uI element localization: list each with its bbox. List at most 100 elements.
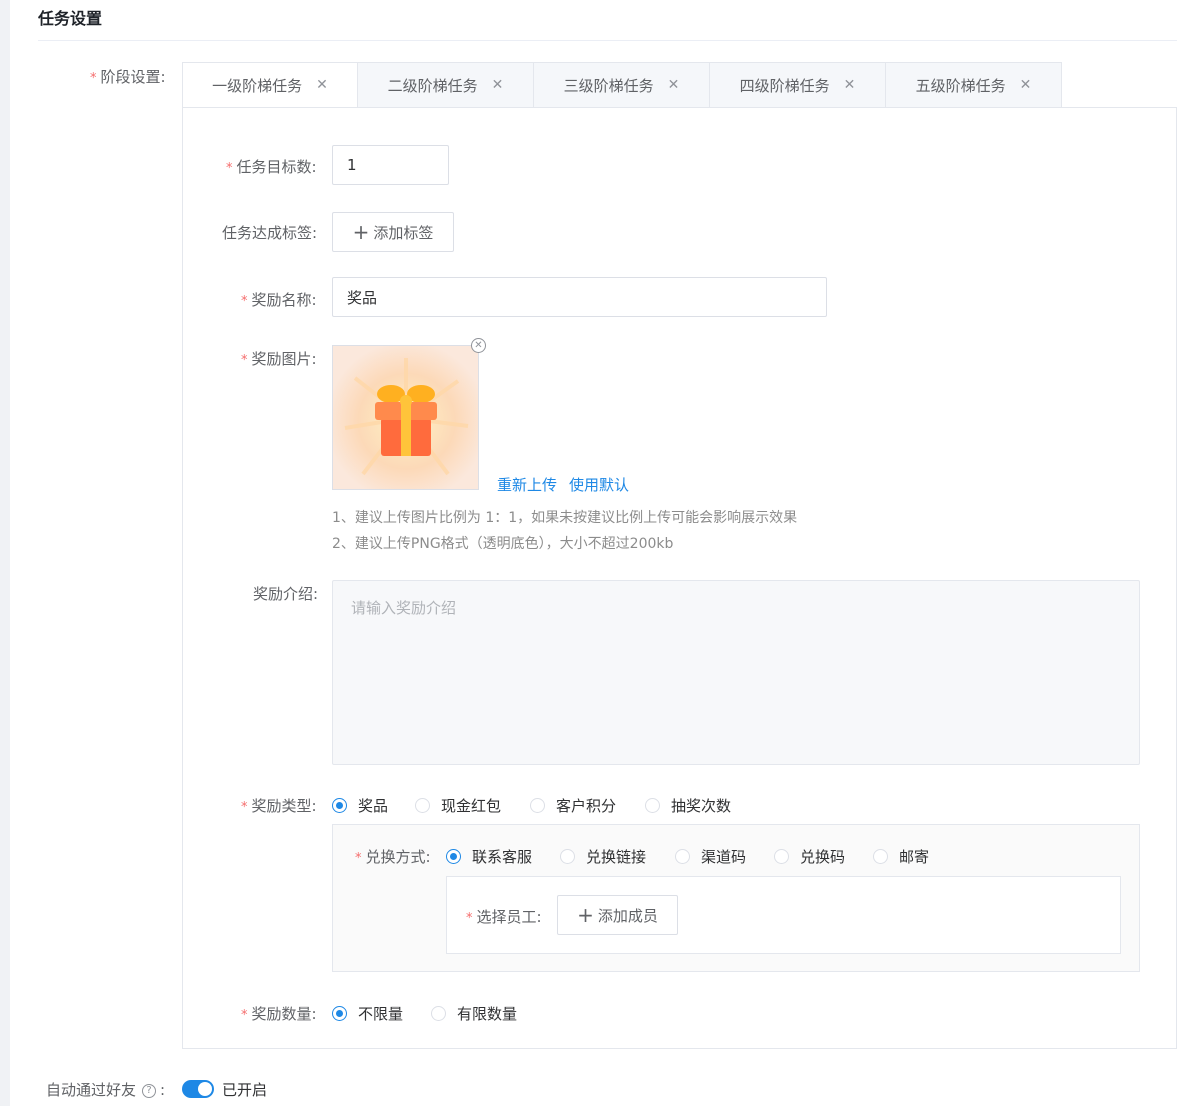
radio-icon xyxy=(645,798,660,813)
radio-icon xyxy=(675,849,690,864)
stage-label: * 阶段设置: xyxy=(90,66,166,87)
radio-icon xyxy=(530,798,545,813)
reward-image-label-text: 奖励图片: xyxy=(251,350,317,368)
tags-label: 任务达成标签: xyxy=(222,224,318,242)
reward-type-draws[interactable]: 抽奖次数 xyxy=(645,795,731,816)
reward-image[interactable] xyxy=(332,345,479,490)
tab-label: 三级阶梯任务 xyxy=(563,76,654,95)
tab-level-4[interactable]: 四级阶梯任务 ✕ xyxy=(710,62,886,108)
staff-label: * 选择员工: xyxy=(466,906,542,927)
reward-image-label: * 奖励图片: xyxy=(241,348,317,369)
close-icon[interactable]: ✕ xyxy=(668,77,680,93)
exchange-channel-code[interactable]: 渠道码 xyxy=(675,846,746,867)
auto-friend-label-text: 自动通过好友 xyxy=(46,1081,137,1099)
required-mark: * xyxy=(241,800,248,815)
tab-level-1[interactable]: 一级阶梯任务 ✕ xyxy=(182,62,358,108)
reward-name-label: * 奖励名称: xyxy=(241,289,317,310)
image-hint-2: 2、建议上传PNG格式（透明底色），大小不超过200kb xyxy=(332,536,674,552)
required-mark: * xyxy=(355,851,362,866)
reupload-link[interactable]: 重新上传 xyxy=(497,474,557,495)
radio-label: 联系客服 xyxy=(472,848,533,866)
radio-icon xyxy=(431,1006,446,1021)
required-mark: * xyxy=(90,71,97,86)
close-icon[interactable]: ✕ xyxy=(492,77,504,93)
radio-label: 客户积分 xyxy=(556,797,617,815)
radio-label: 现金红包 xyxy=(441,797,502,815)
auto-friend-colon: : xyxy=(160,1081,166,1099)
exchange-label-text: 兑换方式: xyxy=(365,848,431,866)
radio-icon xyxy=(560,849,575,864)
exchange-mail[interactable]: 邮寄 xyxy=(873,846,929,867)
reward-name-value: 奖品 xyxy=(347,288,378,307)
target-value: 1 xyxy=(347,156,357,174)
staff-select-box xyxy=(446,876,1121,954)
reward-name-input[interactable]: 奖品 xyxy=(332,277,827,317)
close-icon[interactable]: ✕ xyxy=(1020,77,1032,93)
target-label-text: 任务目标数: xyxy=(236,158,317,176)
image-hint-1: 1、建议上传图片比例为 1：1，如果未按建议比例上传可能会影响展示效果 xyxy=(332,510,798,526)
radio-selected-icon xyxy=(332,798,347,813)
help-icon[interactable]: ? xyxy=(142,1083,157,1098)
exchange-label: * 兑换方式: xyxy=(355,846,431,867)
required-mark: * xyxy=(241,1008,248,1023)
reward-type-label: * 奖励类型: xyxy=(241,795,317,816)
radio-label: 奖品 xyxy=(358,797,389,815)
tab-level-5[interactable]: 五级阶梯任务 ✕ xyxy=(886,62,1062,108)
required-mark: * xyxy=(466,911,473,926)
tab-level-3[interactable]: 三级阶梯任务 ✕ xyxy=(534,62,710,108)
exchange-redeem-code[interactable]: 兑换码 xyxy=(774,846,845,867)
radio-label: 抽奖次数 xyxy=(671,797,732,815)
tab-label: 四级阶梯任务 xyxy=(739,76,830,95)
quantity-unlimited[interactable]: 不限量 xyxy=(332,1003,403,1024)
reward-name-label-text: 奖励名称: xyxy=(251,291,317,309)
target-label: * 任务目标数: xyxy=(226,156,317,177)
reward-intro-textarea[interactable]: 请输入奖励介绍 xyxy=(332,580,1140,765)
target-input[interactable]: 1 xyxy=(332,145,449,185)
auto-friend-status: 已开启 xyxy=(222,1081,268,1099)
task-settings-panel: 任务设置 * 阶段设置: 一级阶梯任务 ✕ 二级阶梯任务 ✕ 三级阶梯任务 ✕ 四级阶梯… xyxy=(10,0,1183,1106)
required-mark: * xyxy=(226,161,233,176)
gift-icon xyxy=(333,346,478,489)
title-divider xyxy=(38,40,1177,41)
quantity-label: * 奖励数量: xyxy=(241,1003,317,1024)
exchange-link[interactable]: 兑换链接 xyxy=(560,846,646,867)
tab-label: 一级阶梯任务 xyxy=(212,76,303,95)
radio-icon xyxy=(415,798,430,813)
radio-selected-icon xyxy=(332,1006,347,1021)
auto-friend-label: 自动通过好友?: xyxy=(46,1079,165,1100)
reward-type-prize[interactable]: 奖品 xyxy=(332,795,388,816)
required-mark: * xyxy=(241,294,248,309)
add-tag-label: 添加标签 xyxy=(373,223,434,242)
radio-icon xyxy=(774,849,789,864)
radio-selected-icon xyxy=(446,849,461,864)
section-title: 任务设置 xyxy=(38,9,103,28)
tab-label: 五级阶梯任务 xyxy=(915,76,1006,95)
radio-label: 兑换链接 xyxy=(586,848,647,866)
radio-icon xyxy=(873,849,888,864)
plus-icon: + xyxy=(577,903,594,927)
plus-icon: + xyxy=(352,220,370,244)
add-tag-button[interactable]: + 添加标签 xyxy=(332,212,454,252)
reward-type-label-text: 奖励类型: xyxy=(251,797,317,815)
remove-image-icon[interactable]: ✕ xyxy=(471,338,486,353)
reward-type-points[interactable]: 客户积分 xyxy=(530,795,616,816)
radio-label: 邮寄 xyxy=(899,848,930,866)
radio-label: 有限数量 xyxy=(457,1005,518,1023)
add-member-button[interactable]: + 添加成员 xyxy=(557,895,678,935)
auto-friend-toggle[interactable] xyxy=(182,1080,214,1098)
required-mark: * xyxy=(241,353,248,368)
close-icon[interactable]: ✕ xyxy=(316,77,328,93)
radio-label: 不限量 xyxy=(358,1005,404,1023)
reward-type-cash[interactable]: 现金红包 xyxy=(415,795,501,816)
radio-label: 渠道码 xyxy=(701,848,747,866)
quantity-limited[interactable]: 有限数量 xyxy=(431,1003,517,1024)
stage-label-text: 阶段设置: xyxy=(100,68,166,86)
close-icon[interactable]: ✕ xyxy=(844,77,856,93)
use-default-link[interactable]: 使用默认 xyxy=(569,474,629,495)
tab-level-2[interactable]: 二级阶梯任务 ✕ xyxy=(358,62,534,108)
tab-label: 二级阶梯任务 xyxy=(387,76,478,95)
staff-label-text: 选择员工: xyxy=(476,908,542,926)
stage-tabs: 一级阶梯任务 ✕ 二级阶梯任务 ✕ 三级阶梯任务 ✕ 四级阶梯任务 ✕ 五级阶梯任务 ✕ xyxy=(182,62,1062,108)
exchange-contact-service[interactable]: 联系客服 xyxy=(446,846,532,867)
add-member-label: 添加成员 xyxy=(597,906,658,925)
